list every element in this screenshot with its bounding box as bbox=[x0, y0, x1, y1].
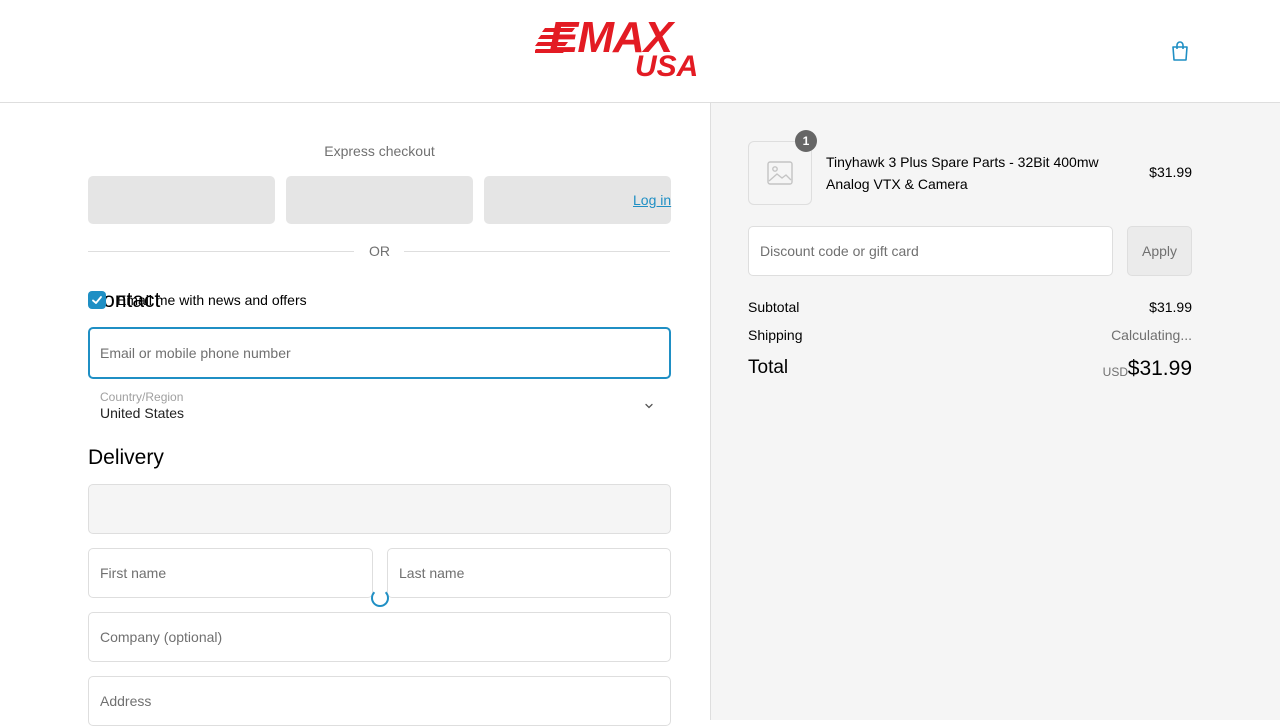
last-name-field[interactable]: Last name bbox=[387, 548, 671, 598]
shipping-label: Shipping bbox=[748, 327, 803, 343]
or-divider: OR bbox=[88, 243, 671, 259]
or-label: OR bbox=[369, 243, 390, 259]
currency-code: USD bbox=[1102, 365, 1128, 379]
company-field[interactable]: Company (optional) bbox=[88, 612, 671, 662]
newsletter-checkbox[interactable] bbox=[88, 291, 106, 309]
email-placeholder: Email or mobile phone number bbox=[100, 345, 291, 361]
express-pay-button-2[interactable] bbox=[286, 176, 473, 224]
company-placeholder: Company (optional) bbox=[100, 629, 223, 645]
first-name-placeholder: First name bbox=[100, 565, 167, 581]
login-link[interactable]: Log in bbox=[633, 192, 671, 208]
country-select[interactable] bbox=[88, 484, 671, 534]
shipping-value: Calculating... bbox=[1111, 327, 1192, 343]
quantity-badge: 1 bbox=[795, 130, 817, 152]
first-name-field[interactable]: First name bbox=[88, 548, 373, 598]
apply-discount-button[interactable]: Apply bbox=[1127, 226, 1192, 276]
country-label: Country/Region bbox=[100, 390, 184, 404]
chevron-down-icon bbox=[645, 403, 653, 409]
country-value: United States bbox=[100, 405, 185, 421]
shipping-row: Shipping Calculating... bbox=[748, 327, 1192, 343]
discount-code-input[interactable]: Discount code or gift card bbox=[748, 226, 1113, 276]
delivery-heading: Delivery bbox=[88, 446, 164, 469]
emax-usa-logo[interactable]: EMAX USA bbox=[535, 16, 743, 84]
address-field[interactable]: Address bbox=[88, 676, 671, 726]
subtotal-value: $31.99 bbox=[1149, 299, 1192, 315]
discount-placeholder: Discount code or gift card bbox=[760, 243, 919, 259]
logo-text-usa: USA bbox=[635, 50, 699, 83]
shopping-bag-icon[interactable] bbox=[1170, 40, 1190, 62]
express-checkout-title: Express checkout bbox=[324, 143, 435, 159]
header: EMAX USA bbox=[0, 0, 1280, 103]
total-row: Total USD $31.99 bbox=[748, 357, 1192, 385]
newsletter-label: Email me with news and offers bbox=[117, 292, 307, 308]
product-price: $31.99 bbox=[1149, 164, 1192, 180]
image-placeholder-icon bbox=[767, 161, 793, 185]
express-pay-button-1[interactable] bbox=[88, 176, 275, 224]
loading-spinner-icon bbox=[371, 589, 389, 607]
newsletter-checkbox-row[interactable]: Email me with news and offers bbox=[88, 290, 307, 310]
product-name: Tinyhawk 3 Plus Spare Parts - 32Bit 400m… bbox=[826, 154, 1099, 192]
email-field[interactable]: Email or mobile phone number bbox=[88, 327, 671, 379]
total-value: $31.99 bbox=[1127, 357, 1192, 380]
total-label: Total bbox=[748, 357, 789, 378]
subtotal-label: Subtotal bbox=[748, 299, 800, 315]
checkmark-icon bbox=[92, 296, 102, 304]
subtotal-row: Subtotal $31.99 bbox=[748, 299, 1192, 315]
last-name-placeholder: Last name bbox=[399, 565, 465, 581]
address-placeholder: Address bbox=[100, 693, 152, 709]
